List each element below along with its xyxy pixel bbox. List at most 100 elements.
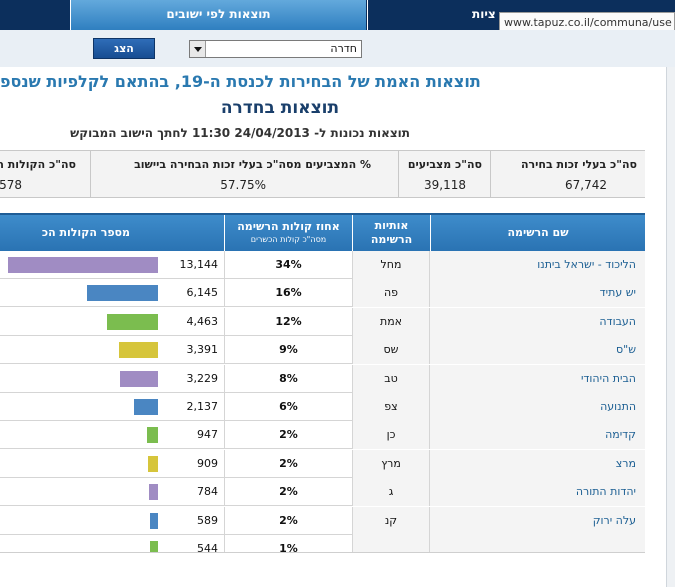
- list-name-link[interactable]: הבית היהודי: [581, 372, 636, 385]
- list-votes: 13,144: [179, 258, 219, 271]
- column-header-percent-sub: מסה"כ קולות הכשרים: [250, 235, 327, 244]
- results-heading: תוצאות בחדרה: [220, 98, 340, 118]
- summary-label: סה"כ הקולות ה: [0, 158, 76, 171]
- list-percent: 8%: [279, 371, 298, 385]
- list-votes-cell: 947: [0, 421, 224, 449]
- column-header-votes: מספר הקולות הכ: [41, 226, 130, 239]
- list-name-link[interactable]: יש עתיד: [600, 286, 636, 299]
- summary-value: 57.75%: [220, 178, 266, 192]
- list-percent-cell: 2%: [224, 449, 352, 478]
- list-votes-cell: 6,145: [0, 279, 224, 307]
- votes-bar: [150, 512, 158, 529]
- votes-bar: [120, 370, 158, 387]
- list-votes-cell: 544: [0, 535, 224, 552]
- votes-bar: [134, 399, 158, 415]
- list-percent: 34%: [275, 258, 302, 271]
- list-letters: צפ: [384, 400, 398, 413]
- list-name-cell: קדימה: [430, 421, 645, 450]
- list-votes-cell: 2,137: [0, 393, 224, 421]
- list-name-link[interactable]: יהדות התורה: [576, 485, 636, 498]
- list-name-link[interactable]: הליכוד - ישראל ביתנו: [537, 258, 636, 271]
- table-row: ש"ס שס 9% 3,391: [0, 336, 645, 365]
- list-name-cell: הליכוד - ישראל ביתנו: [430, 251, 645, 279]
- list-percent: 2%: [279, 513, 298, 527]
- table-row: יהדות התורה ג 2% 784: [0, 478, 645, 507]
- list-percent-cell: 34%: [224, 251, 352, 279]
- results-timestamp: תוצאות נכונות ל- 24/04/2013 11:30 לחתך ה…: [70, 126, 410, 140]
- list-letters-cell: שס: [352, 336, 430, 365]
- list-letters-cell: מרץ: [352, 449, 430, 478]
- list-votes-cell: 909: [0, 450, 224, 478]
- list-percent-cell: 6%: [224, 393, 352, 421]
- list-name-link[interactable]: קדימה: [605, 428, 636, 441]
- list-letters: אמת: [379, 314, 403, 328]
- list-letters: פה: [383, 286, 399, 300]
- votes-bar: [147, 427, 158, 444]
- list-letters-cell: מחל: [352, 251, 430, 279]
- list-percent-cell: 12%: [224, 307, 352, 336]
- tab-results-by-city[interactable]: תוצאות לפי ישובים: [70, 0, 366, 30]
- list-name-cell: יהדות התורה: [430, 478, 645, 507]
- chevron-down-icon[interactable]: [190, 41, 206, 57]
- list-percent: 2%: [279, 485, 298, 499]
- table-row: הליכוד - ישראל ביתנו מחל 34% 13,144: [0, 251, 645, 279]
- column-header-percent-label: אחוז קולות הרשימה: [237, 220, 340, 233]
- list-name-cell: מרצ: [430, 449, 645, 478]
- list-name-link[interactable]: מרצ: [616, 457, 636, 470]
- list-letters: טב: [384, 371, 398, 385]
- column-header-percent: אחוז קולות הרשימה מסה"כ קולות הכשרים: [224, 215, 352, 251]
- votes-bar: [150, 541, 158, 552]
- list-votes: 909: [197, 456, 218, 470]
- list-letters: ג: [388, 485, 394, 499]
- list-votes: 2,137: [186, 400, 219, 413]
- list-letters-cell: אמת: [352, 307, 430, 336]
- list-votes-cell: 13,144: [0, 251, 224, 279]
- list-percent-cell: 2%: [224, 506, 352, 535]
- summary-label: % המצביעים מסה"כ בעלי זכות הבחירה ביישוב: [134, 158, 371, 171]
- list-letters-cell: טב: [352, 364, 430, 393]
- summary-label: סה"כ מצביעים: [407, 158, 482, 171]
- list-percent: 12%: [275, 314, 302, 328]
- results-table-header: שם הרשימה אותיות הרשימה אחוז קולות הרשימ…: [0, 213, 645, 251]
- list-name-link[interactable]: התנועה: [600, 400, 636, 413]
- list-name-link[interactable]: העבודה: [599, 315, 636, 328]
- column-header-list-name: שם הרשימה: [430, 215, 645, 251]
- list-letters-cell: [352, 535, 430, 552]
- table-row: התנועה צפ 6% 2,137: [0, 393, 645, 421]
- list-percent-cell: 2%: [224, 421, 352, 450]
- summary-eligible-voters: סה"כ בעלי זכות בחירה 67,742: [490, 151, 645, 198]
- list-percent: 1%: [279, 542, 298, 552]
- list-votes: 4,463: [186, 314, 219, 328]
- list-name-link[interactable]: ש"ס: [616, 343, 636, 356]
- list-letters: מחל: [380, 258, 402, 271]
- list-name-cell: התנועה: [430, 393, 645, 421]
- table-row: העבודה אמת 12% 4,463: [0, 307, 645, 336]
- list-votes-cell: 589: [0, 507, 224, 535]
- list-votes: 544: [197, 542, 218, 552]
- list-percent: 16%: [275, 286, 302, 300]
- list-letters: כן: [386, 428, 396, 442]
- table-row: 1% 544: [0, 535, 645, 552]
- list-percent: 9%: [279, 343, 298, 357]
- city-select[interactable]: חדרה: [189, 40, 362, 58]
- city-select-value: חדרה: [330, 42, 357, 55]
- show-button[interactable]: הצג: [93, 38, 155, 59]
- page-edge-strip: [666, 67, 675, 587]
- summary-strip: סה"כ בעלי זכות בחירה 67,742 סה"כ מצביעים…: [0, 150, 645, 198]
- list-percent: 2%: [279, 456, 298, 470]
- list-votes-cell: 784: [0, 478, 224, 506]
- list-letters-cell: פה: [352, 279, 430, 308]
- list-votes-cell: 3,229: [0, 365, 224, 393]
- summary-value: 39,118: [424, 178, 466, 192]
- tab-results-other-label: ציות: [472, 7, 496, 21]
- list-percent-cell: 16%: [224, 279, 352, 308]
- list-letters-cell: צפ: [352, 393, 430, 421]
- votes-bar: [119, 342, 158, 359]
- list-percent-cell: 1%: [224, 535, 352, 552]
- list-percent-cell: 9%: [224, 336, 352, 365]
- tab-results-by-city-label: תוצאות לפי ישובים: [166, 7, 271, 21]
- list-name-cell: יש עתיד: [430, 279, 645, 308]
- summary-value: 38,578: [0, 178, 22, 192]
- table-row: קדימה כן 2% 947: [0, 421, 645, 450]
- list-name-link[interactable]: עלה ירוק: [593, 514, 636, 527]
